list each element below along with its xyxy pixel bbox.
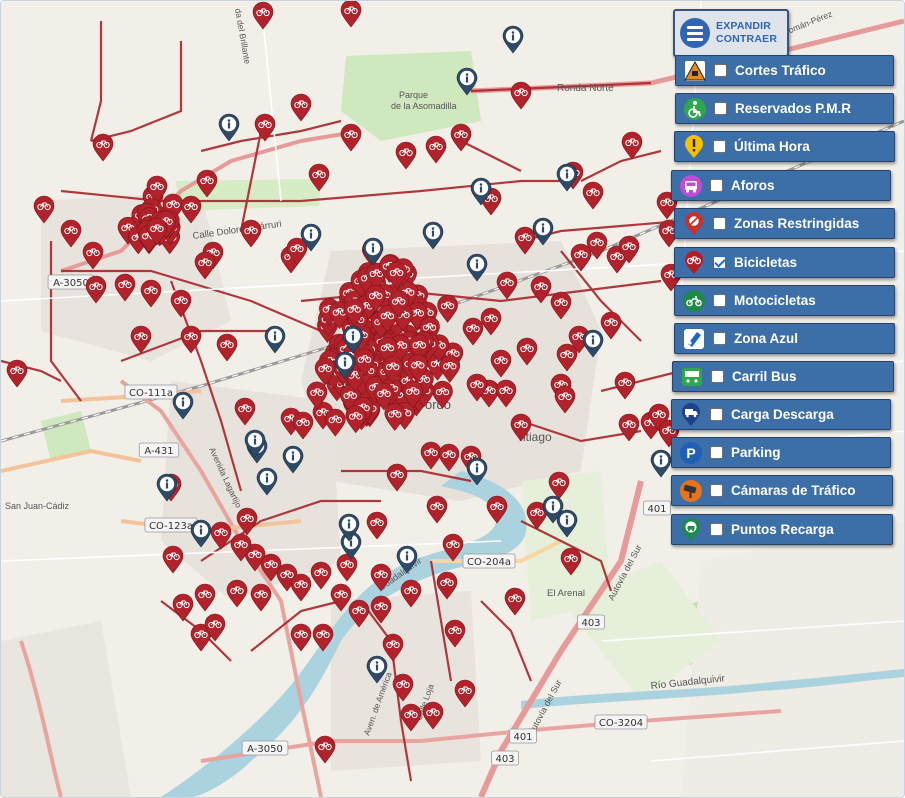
layer-checkbox[interactable]: [713, 332, 726, 345]
layer-label: Zona Azul: [734, 331, 798, 346]
layer-label: Carril Bus: [732, 369, 797, 384]
layer-toggle-charging-point[interactable]: Puntos Recarga: [671, 514, 893, 545]
layer-label: Reservados P.M.R: [735, 101, 852, 116]
collapse-label: CONTRAER: [716, 33, 778, 45]
layer-checkbox[interactable]: [713, 256, 726, 269]
label-parque: Parque: [399, 90, 428, 100]
traffic-camera-icon: [678, 478, 704, 504]
road-shield-label: 403: [581, 618, 600, 629]
layer-label: Última Hora: [734, 139, 810, 154]
layer-checkbox[interactable]: [710, 523, 723, 536]
layer-label: Aforos: [731, 178, 775, 193]
layer-toggle-loading-truck[interactable]: Carga Descarga: [671, 399, 891, 430]
road-shield: 403: [577, 614, 605, 630]
road-shield-label: CO-123a: [149, 521, 193, 532]
road-shield: CO-123a: [144, 517, 198, 533]
road-shield: 403: [491, 750, 519, 766]
road-shield: A-3050: [241, 740, 289, 756]
layer-label: Zonas Restringidas: [734, 216, 860, 231]
layer-toggle-motorcycle[interactable]: Motocicletas: [674, 285, 895, 316]
layer-checkbox[interactable]: [714, 102, 727, 115]
layer-toggle-traffic-camera[interactable]: Cámaras de Tráfico: [671, 475, 893, 506]
label-ronda-norte: Ronda Norte: [557, 83, 614, 94]
road-shield: 401: [509, 728, 537, 744]
layer-label: Parking: [731, 445, 781, 460]
layer-toggle-parking[interactable]: P Parking: [671, 437, 891, 468]
road-shield: CO-204a: [462, 553, 516, 569]
expand-collapse-button[interactable]: EXPANDIR CONTRAER: [673, 9, 789, 57]
traffic-cut-icon: [682, 58, 708, 84]
layer-toggle-blue-zone[interactable]: Zona Azul: [674, 323, 895, 354]
svg-text:P: P: [686, 445, 695, 461]
parking-icon: P: [678, 440, 704, 466]
road-shield-label: CO-3204: [599, 718, 643, 729]
blue-zone-icon: [681, 326, 707, 352]
road-shield-label: A-3050: [53, 278, 89, 289]
layer-toggle-bus-lane[interactable]: Carril Bus: [672, 361, 894, 392]
layer-label: Cortes Tráfico: [735, 63, 826, 78]
loading-truck-icon: [678, 402, 704, 428]
layer-label: Bicicletas: [734, 255, 798, 270]
layer-label: Puntos Recarga: [731, 522, 834, 537]
road-shield: A-431: [138, 442, 180, 458]
layer-checkbox[interactable]: [711, 370, 724, 383]
road-shield-label: A-431: [144, 446, 173, 457]
road-shield-label: CO-204a: [467, 557, 511, 568]
layer-toggle-alert[interactable]: Última Hora: [674, 131, 895, 162]
road-shield-label: A-3050: [247, 744, 283, 755]
road-shield-label: 403: [495, 754, 514, 765]
alert-icon: [681, 134, 707, 160]
layer-toggle-traffic-count[interactable]: Aforos: [671, 170, 891, 201]
layer-checkbox[interactable]: [713, 294, 726, 307]
layer-checkbox[interactable]: [710, 179, 723, 192]
label-parque-2: de la Asomadilla: [391, 101, 457, 111]
layer-checkbox[interactable]: [713, 140, 726, 153]
bicycle-icon: [681, 250, 707, 276]
layer-checkbox[interactable]: [710, 408, 723, 421]
traffic-count-icon: [678, 173, 704, 199]
layer-label: Motocicletas: [734, 293, 816, 308]
layer-label: Carga Descarga: [731, 407, 834, 422]
expand-label: EXPANDIR: [716, 20, 772, 32]
layer-label: Cámaras de Tráfico: [731, 483, 856, 498]
road-shield: CO-3204: [594, 714, 648, 730]
layer-checkbox[interactable]: [714, 64, 727, 77]
menu-icon: [680, 18, 710, 48]
charging-point-icon: [678, 517, 704, 543]
road-shield: CO-111a: [124, 384, 178, 400]
label-el-arenal: El Arenal: [547, 588, 585, 599]
road-shield: 401: [643, 500, 671, 516]
layer-toggle-restricted-zone[interactable]: Zonas Restringidas: [674, 208, 895, 239]
layer-checkbox[interactable]: [710, 446, 723, 459]
wheelchair-icon: [682, 96, 708, 122]
layer-checkbox[interactable]: [713, 217, 726, 230]
road-shield-label: 401: [513, 732, 532, 743]
label-san-juan: San Juan-Cádiz: [5, 501, 70, 511]
layer-toggle-bicycle[interactable]: Bicicletas: [674, 247, 895, 278]
layer-checkbox[interactable]: [710, 484, 723, 497]
restricted-zone-icon: [681, 211, 707, 237]
road-shield-label: 401: [647, 504, 666, 515]
layer-toggle-wheelchair[interactable]: Reservados P.M.R: [675, 93, 894, 124]
layer-toggle-traffic-cut[interactable]: Cortes Tráfico: [675, 55, 894, 86]
road-shield-label: CO-111a: [129, 388, 173, 399]
motorcycle-icon: [681, 288, 707, 314]
bus-lane-icon: [679, 364, 705, 390]
map-container[interactable]: Ronda Norte Parque de la Asomadilla Call…: [0, 0, 905, 798]
